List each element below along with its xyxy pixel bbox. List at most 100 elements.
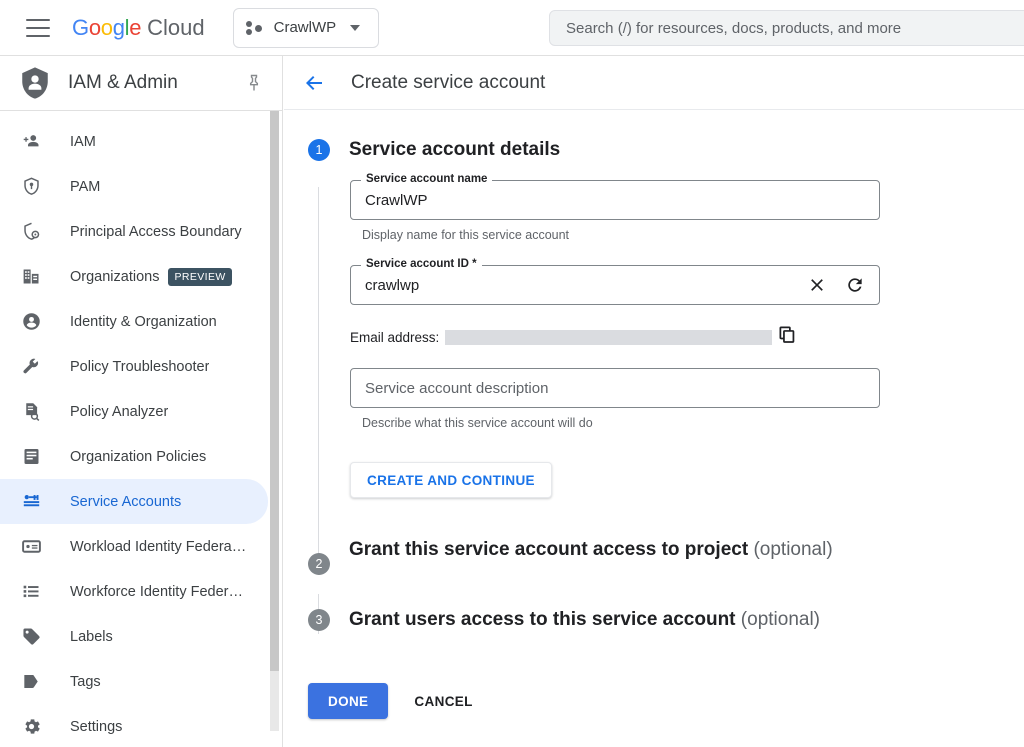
preview-badge: PREVIEW [168,267,232,286]
refresh-icon[interactable] [845,275,865,295]
sidebar-item-label: Workforce Identity Federa… [70,583,248,600]
sidebar-item-label: Policy Analyzer [70,403,169,420]
sidebar-item-label: Labels [70,628,113,645]
wrench-icon [20,356,42,378]
sidebar-navigation: IAM PAM Principal Access Boundary Organi… [0,111,282,739]
email-address-redacted-value [445,329,773,345]
service-account-description-placeholder: Service account description [365,379,549,397]
step-2-title: Grant this service account access to pro… [349,536,833,563]
sidebar-item-pam[interactable]: PAM [0,164,268,209]
service-account-name-value: CrawlWP [365,191,428,209]
step-2-optional: (optional) [753,539,833,560]
shield-key-icon [20,176,42,198]
top-navigation-bar: Google Cloud CrawlWP Search (/) for reso… [0,0,1024,56]
pin-icon[interactable] [244,73,264,93]
service-account-description-helper: Describe what this service account will … [362,416,593,430]
sidebar-item-organization-policies[interactable]: Organization Policies [0,434,268,479]
search-input[interactable]: Search (/) for resources, docs, products… [549,10,1024,46]
step-3-badge: 3 [308,609,330,631]
sidebar-item-label: Tags [70,673,101,690]
sidebar-item-workforce-identity-federation[interactable]: Workforce Identity Federa… [0,569,268,614]
sidebar-item-label: Organizations [70,268,160,285]
step-3-optional: (optional) [740,609,821,630]
account-circle-icon [20,311,42,333]
id-card-icon [20,536,42,558]
label-tag-icon [20,626,42,648]
sidebar-item-label: Settings [70,718,123,735]
service-account-name-label: Service account name [361,173,493,185]
sidebar-item-identity-organization[interactable]: Identity & Organization [0,299,268,344]
sidebar-item-label: Organization Policies [70,448,207,465]
sidebar-item-tags[interactable]: Tags [0,659,268,704]
sidebar-scrollbar[interactable] [270,111,279,731]
sidebar-item-label: Identity & Organization [70,313,217,330]
sidebar-item-label: Workload Identity Federat… [70,538,248,555]
chevron-down-icon [350,24,361,31]
email-address-label: Email address: [350,329,440,345]
gear-icon [20,716,42,738]
sidebar-title: IAM & Admin [68,72,178,93]
tag-icon [20,671,42,693]
step-3-title-text: Grant users access to this service accou… [349,609,736,630]
service-account-id-value: crawlwp [365,276,420,294]
cancel-button[interactable]: CANCEL [404,683,482,719]
step-2-title-text: Grant this service account access to pro… [349,539,749,560]
person-add-icon [20,131,42,153]
page-title: Create service account [351,71,546,93]
copy-icon[interactable] [778,325,797,349]
close-icon[interactable] [807,275,827,295]
step-connector-1 [318,187,319,575]
sidebar-item-service-accounts[interactable]: Service Accounts [0,479,268,524]
create-and-continue-button[interactable]: CREATE AND CONTINUE [350,462,552,498]
sidebar-header: IAM & Admin [0,56,282,110]
document-search-icon [20,401,42,423]
sidebar-item-settings[interactable]: Settings [0,704,268,739]
sidebar-item-label: Policy Troubleshooter [70,358,210,375]
sidebar-item-label: Principal Access Boundary [70,223,242,240]
sidebar: IAM & Admin IAM PAM Principal Access Bou… [0,56,283,747]
sidebar-item-label: IAM [70,133,96,150]
main-content: Create service account 1 Service account… [284,56,1024,747]
shield-person-icon [18,66,52,100]
sidebar-item-iam[interactable]: IAM [0,119,268,164]
sidebar-item-policy-troubleshooter[interactable]: Policy Troubleshooter [0,344,268,389]
key-badge-icon [20,491,42,513]
create-service-account-form: 1 Service account details Service accoun… [284,110,1024,747]
step-1: 1 Service account details [284,136,1024,575]
shield-boundary-icon [20,221,42,243]
back-arrow-icon[interactable] [302,71,326,95]
sidebar-scrollbar-thumb[interactable] [270,111,279,671]
project-dots-icon [245,20,264,35]
step-1-badge: 1 [308,139,330,161]
list-icon [20,581,42,603]
sidebar-item-label: Service Accounts [70,493,182,510]
google-wordmark: Google [72,14,142,40]
form-footer-actions: DONE CANCEL [308,683,483,719]
service-account-description-field[interactable]: Service account description [350,368,880,408]
service-account-name-helper: Display name for this service account [362,228,570,242]
sidebar-item-organizations[interactable]: Organizations PREVIEW [0,254,268,299]
sidebar-item-principal-access-boundary[interactable]: Principal Access Boundary [0,209,268,254]
sidebar-item-labels[interactable]: Labels [0,614,268,659]
done-button[interactable]: DONE [308,683,389,719]
sidebar-item-workload-identity-federation[interactable]: Workload Identity Federat… [0,524,268,569]
step-1-title: Service account details [349,139,561,160]
step-3[interactable]: 3 Grant users access to this service acc… [284,606,1024,633]
service-account-name-field[interactable]: Service account name CrawlWP [350,173,880,220]
step-3-title: Grant users access to this service accou… [349,606,820,633]
project-selector[interactable]: CrawlWP [232,7,379,48]
hamburger-menu-icon[interactable] [26,18,50,37]
google-cloud-logo[interactable]: Google Cloud [72,15,205,41]
step-2[interactable]: 2 Grant this service account access to p… [284,536,1024,634]
organization-icon [20,266,42,288]
page-header: Create service account [284,56,1024,110]
step-2-badge: 2 [308,553,330,575]
sidebar-item-policy-analyzer[interactable]: Policy Analyzer [0,389,268,434]
search-placeholder: Search (/) for resources, docs, products… [566,19,902,37]
service-account-id-field[interactable]: Service account ID * crawlwp [350,258,880,305]
service-account-id-label: Service account ID * [361,258,482,270]
policy-document-icon [20,446,42,468]
project-name-label: CrawlWP [273,19,337,36]
sidebar-item-label: PAM [70,178,101,195]
email-address-row: Email address: [350,325,880,349]
